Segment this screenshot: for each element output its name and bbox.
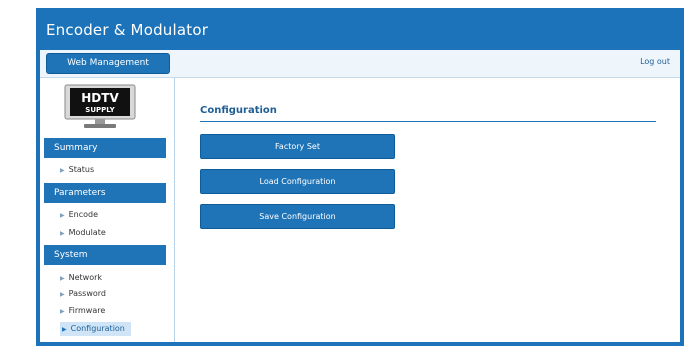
logo-line2: SUPPLY: [85, 106, 115, 114]
nav-item-status[interactable]: ▶ Status: [60, 163, 94, 177]
page-title: Configuration: [200, 105, 277, 116]
nav-item-label: Modulate: [68, 228, 106, 237]
sidebar: HDTV SUPPLY Summary ▶ Status Parameters ▶…: [40, 78, 175, 342]
load-configuration-button[interactable]: Load Configuration: [200, 169, 395, 194]
arrow-icon: ▶: [60, 212, 65, 219]
nav-item-label: Configuration: [70, 324, 125, 333]
nav-item-label: Status: [68, 165, 95, 174]
nav-item-firmware[interactable]: ▶ Firmware: [60, 304, 105, 318]
nav-item-encode[interactable]: ▶ Encode: [60, 208, 98, 222]
main-panel: Configuration Factory Set Load Configura…: [174, 78, 680, 342]
nav-item-label: Network: [68, 273, 103, 282]
nav-header-summary[interactable]: Summary: [44, 138, 166, 158]
nav-header-parameters[interactable]: Parameters: [44, 183, 166, 203]
top-bar: Web Management Log out: [40, 50, 680, 78]
nav-header-system[interactable]: System: [44, 245, 166, 265]
nav-item-configuration[interactable]: ▶ Configuration: [60, 322, 131, 336]
logo-line1: HDTV: [81, 91, 119, 105]
arrow-icon: ▶: [62, 326, 67, 333]
app-window: Encoder & Modulator Web Management Log o…: [36, 8, 684, 346]
save-configuration-button[interactable]: Save Configuration: [200, 204, 395, 229]
arrow-icon: ▶: [60, 230, 65, 237]
arrow-icon: ▶: [60, 275, 65, 282]
app-title: Encoder & Modulator: [46, 21, 209, 39]
arrow-icon: ▶: [60, 308, 65, 315]
hdtv-supply-logo: HDTV SUPPLY: [64, 84, 136, 128]
factory-set-button[interactable]: Factory Set: [200, 134, 395, 159]
logout-link[interactable]: Log out: [640, 57, 670, 66]
title-divider: [200, 121, 656, 122]
arrow-icon: ▶: [60, 167, 65, 174]
arrow-icon: ▶: [60, 291, 65, 298]
nav-item-modulate[interactable]: ▶ Modulate: [60, 226, 106, 240]
nav-item-label: Encode: [68, 210, 99, 219]
web-management-tab[interactable]: Web Management: [46, 53, 170, 74]
content-area: HDTV SUPPLY Summary ▶ Status Parameters ▶…: [40, 78, 680, 342]
nav-item-password[interactable]: ▶ Password: [60, 287, 106, 301]
nav-item-label: Firmware: [68, 306, 106, 315]
nav-item-label: Password: [68, 289, 106, 298]
nav-item-network[interactable]: ▶ Network: [60, 271, 102, 285]
